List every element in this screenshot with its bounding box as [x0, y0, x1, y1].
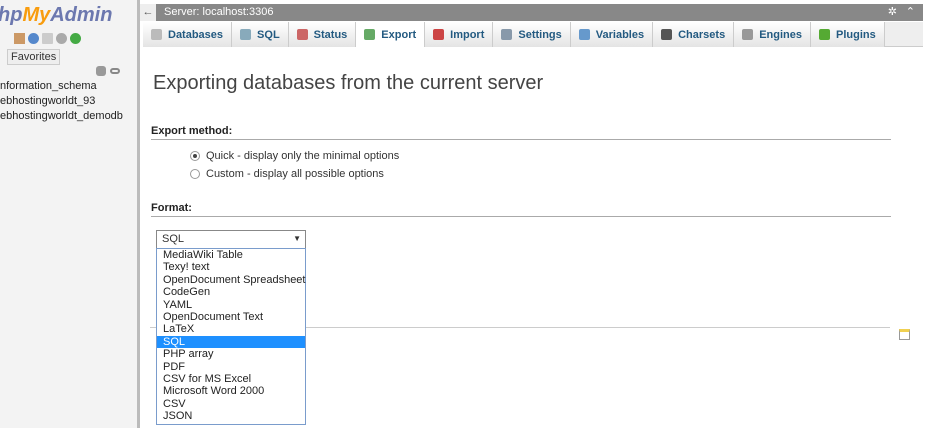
- format-option[interactable]: CSV: [157, 398, 305, 410]
- format-option[interactable]: SQL: [157, 335, 305, 349]
- engines-icon: [742, 29, 754, 40]
- tab-databases[interactable]: Databases: [143, 22, 233, 47]
- format-option[interactable]: JSON: [157, 410, 305, 422]
- note-icon[interactable]: [899, 329, 910, 340]
- reload-icon[interactable]: [70, 33, 81, 44]
- page-title: Exporting databases from the current ser…: [153, 72, 544, 94]
- format-option[interactable]: YAML: [157, 299, 305, 311]
- format-option[interactable]: LaTeX: [157, 323, 305, 335]
- db-item[interactable]: ebhostingworldt_93: [0, 95, 95, 107]
- charsets-icon: [661, 29, 673, 40]
- format-heading: Format:: [151, 202, 891, 217]
- tab-sql[interactable]: SQL: [232, 22, 289, 47]
- format-option[interactable]: Microsoft Word 2000: [157, 385, 305, 397]
- favorites-tab[interactable]: Favorites: [7, 49, 61, 65]
- status-icon: [296, 29, 308, 40]
- tab-export[interactable]: Export: [356, 22, 426, 47]
- tab-import[interactable]: Import: [425, 22, 494, 47]
- collapse-top-icon[interactable]: ⌃: [906, 5, 915, 18]
- tab-label: Status: [313, 28, 348, 41]
- tab-label: Variables: [595, 28, 645, 41]
- tab-label: Plugins: [835, 28, 876, 41]
- tab-label: SQL: [257, 28, 280, 41]
- breadcrumb-bar: ← Server: localhost:3306 ✲ ⌃: [140, 4, 923, 21]
- tab-label: Import: [450, 28, 485, 41]
- format-option[interactable]: OpenDocument Text: [157, 311, 305, 323]
- custom-label: Custom - display all possible options: [206, 168, 384, 180]
- tab-status[interactable]: Status: [288, 22, 357, 47]
- server-breadcrumb[interactable]: Server: localhost:3306: [164, 6, 273, 18]
- home-icon[interactable]: [14, 33, 25, 44]
- tab-variables[interactable]: Variables: [570, 22, 654, 47]
- docs-icon[interactable]: [42, 33, 53, 44]
- tab-label: Charsets: [678, 28, 726, 41]
- tab-label: Settings: [518, 28, 562, 41]
- format-option[interactable]: CSV for MS Excel: [157, 373, 305, 385]
- tab-engines[interactable]: Engines: [734, 22, 811, 47]
- export-icon: [364, 29, 376, 40]
- gear-icon[interactable]: [56, 33, 67, 44]
- plugin-icon: [818, 29, 830, 40]
- settings-gear-icon[interactable]: ✲: [888, 5, 897, 18]
- tab-charsets[interactable]: Charsets: [653, 22, 735, 47]
- custom-radio[interactable]: Custom - display all possible options: [190, 168, 384, 180]
- tab-settings[interactable]: Settings: [493, 22, 571, 47]
- quick-radio[interactable]: Quick - display only the minimal options: [190, 150, 399, 162]
- db-item[interactable]: nformation_schema: [0, 80, 97, 92]
- database-icon: [151, 29, 162, 40]
- format-option[interactable]: PHP array: [157, 348, 305, 360]
- export-method-heading: Export method:: [151, 125, 891, 140]
- format-select[interactable]: SQL ▼: [156, 230, 306, 249]
- main-tabs: Databases SQL Status Export Import Settings Va…: [143, 22, 923, 47]
- tab-plugins[interactable]: Plugins: [810, 22, 885, 47]
- collapse-all-icon[interactable]: [96, 66, 106, 76]
- format-select-value: SQL: [162, 233, 185, 245]
- format-option[interactable]: PDF: [157, 361, 305, 373]
- logout-icon[interactable]: [28, 33, 39, 44]
- navigation-panel: hpMyAdmin Favorites nformation_schema eb…: [0, 0, 140, 428]
- format-option[interactable]: MediaWiki Table: [157, 249, 305, 261]
- back-arrow-icon[interactable]: ←: [140, 4, 156, 21]
- format-dropdown-list: MediaWiki Table Texy! text OpenDocument Sp…: [156, 248, 306, 425]
- quick-label: Quick - display only the minimal options: [206, 150, 400, 162]
- link-icon[interactable]: [110, 68, 120, 74]
- variables-icon: [578, 29, 590, 40]
- import-icon: [433, 29, 445, 40]
- tab-label: Engines: [759, 28, 802, 41]
- format-option[interactable]: Texy! text: [157, 261, 305, 273]
- format-option[interactable]: CodeGen: [157, 286, 305, 298]
- db-item[interactable]: ebhostingworldt_demodb: [0, 110, 123, 122]
- format-option[interactable]: OpenDocument Spreadsheet: [157, 274, 305, 286]
- tab-label: Databases: [168, 28, 224, 41]
- wrench-icon: [501, 29, 513, 40]
- phpmyadmin-logo[interactable]: hpMyAdmin: [0, 4, 112, 27]
- tab-label: Export: [381, 28, 417, 41]
- chevron-down-icon: ▼: [293, 234, 301, 243]
- sql-icon: [240, 29, 252, 40]
